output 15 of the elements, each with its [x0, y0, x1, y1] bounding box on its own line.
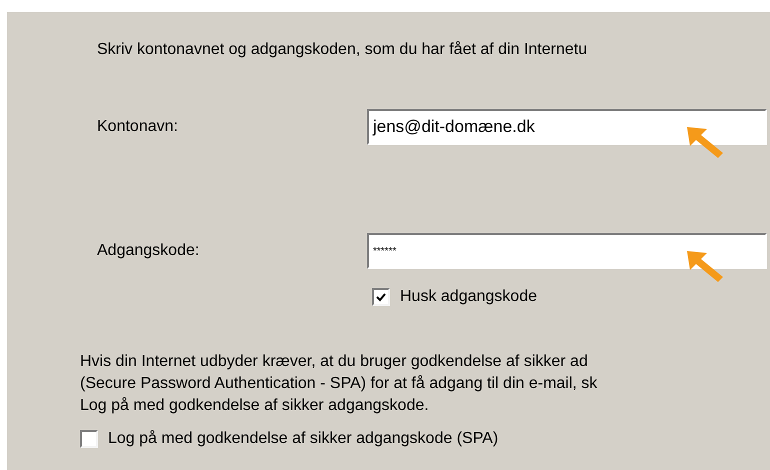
- field-label: Kontonavn:: [96, 117, 179, 137]
- field-label: Adgangskode:: [96, 241, 200, 261]
- input-field[interactable]: jens@dit-domæne.dk: [367, 109, 767, 145]
- checkbox-label: Log på med godkendelse af sikker adgangskode (SPA): [108, 429, 498, 449]
- checkbox-label: Husk adgangskode: [400, 287, 537, 307]
- info-text: Hvis din Internet udbyder kræver, at du bruger godkendelse af sikker ad: [80, 352, 589, 372]
- checkmark-icon: [376, 292, 386, 302]
- info-text: Log på med godkendelse af sikker adgangskode.: [80, 396, 430, 416]
- checkbox[interactable]: [372, 288, 390, 306]
- info-text: (Secure Password Authentication - SPA) for at få adgang til din e-mail, sk: [80, 374, 598, 394]
- arrow-icon: [685, 249, 725, 283]
- password-field[interactable]: ******: [367, 233, 767, 269]
- arrow-icon: [685, 125, 725, 159]
- checkbox[interactable]: [80, 430, 98, 448]
- instruction-text: Skriv kontonavnet og adgangskoden, som du har fået af din Internetu: [97, 41, 588, 58]
